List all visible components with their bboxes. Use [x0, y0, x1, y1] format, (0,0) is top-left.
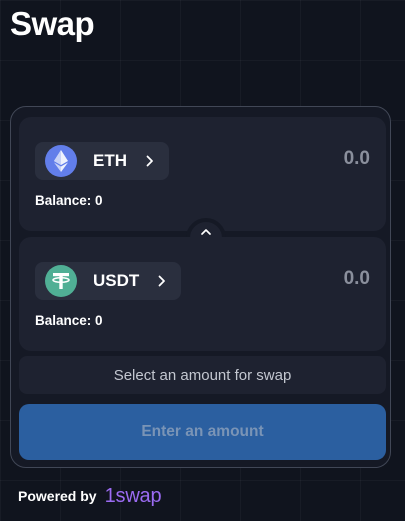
to-token-panel: USDT 0.0 Balance: 0: [19, 237, 386, 351]
from-token-select-button[interactable]: ETH: [35, 142, 169, 180]
from-amount-input[interactable]: 0.0: [344, 148, 370, 170]
eth-icon: [45, 145, 77, 177]
chevron-right-icon: [155, 274, 169, 288]
brand-logo[interactable]: 1swap: [105, 485, 162, 507]
to-token-select-button[interactable]: USDT: [35, 262, 182, 300]
tether-icon: [45, 265, 77, 297]
page-title: Swap: [10, 5, 95, 42]
to-amount-input[interactable]: 0.0: [344, 268, 370, 290]
from-token-symbol: ETH: [93, 151, 127, 170]
to-balance: Balance: 0: [35, 313, 103, 328]
enter-amount-button[interactable]: Enter an amount: [19, 404, 386, 460]
swap-status-message: Select an amount for swap: [19, 356, 386, 394]
powered-by-footer: Powered by 1swap: [18, 485, 162, 507]
powered-by-label: Powered by: [18, 488, 97, 504]
swap-card: ETH 0.0 Balance: 0 USDT 0.0 Balance: 0 S…: [10, 106, 391, 468]
to-token-symbol: USDT: [93, 271, 140, 290]
from-token-panel: ETH 0.0 Balance: 0: [19, 117, 386, 231]
chevron-right-icon: [143, 154, 157, 168]
from-balance: Balance: 0: [35, 193, 103, 208]
